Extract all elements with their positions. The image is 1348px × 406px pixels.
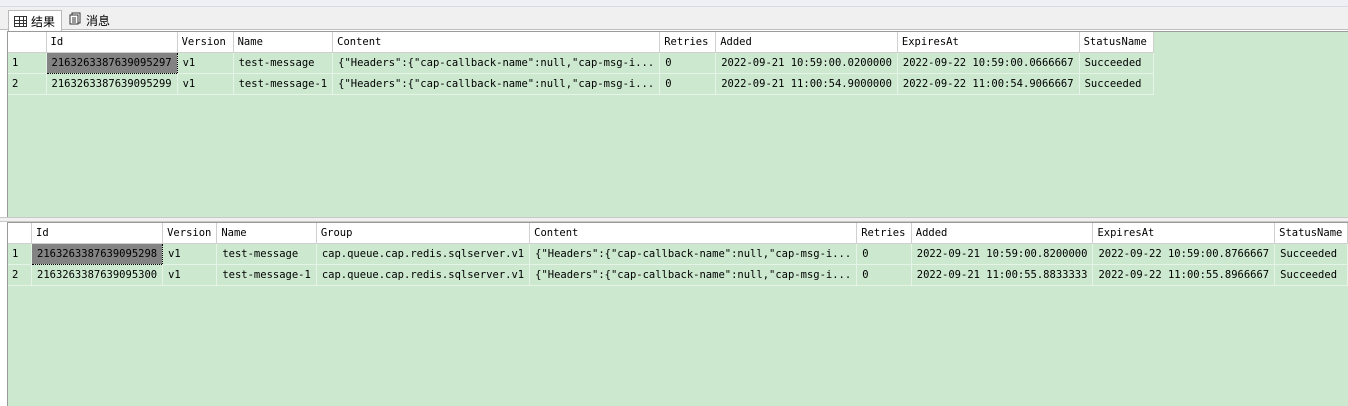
grid-icon xyxy=(14,15,27,27)
table-row[interactable]: 1 2163263387639095298 v1 test-message ca… xyxy=(8,242,1348,265)
column-header-statusname[interactable]: StatusName xyxy=(1274,223,1348,244)
column-header-group[interactable]: Group xyxy=(316,223,531,244)
column-header-added[interactable]: Added xyxy=(911,223,1094,244)
tab-results[interactable]: 结果 xyxy=(8,10,63,31)
cell-expiresat[interactable]: 2022-09-22 11:00:54.9066667 xyxy=(897,73,1080,95)
column-header-content[interactable]: Content xyxy=(332,32,661,53)
cell-added[interactable]: 2022-09-21 11:00:54.9000000 xyxy=(715,73,898,95)
row-number[interactable]: 2 xyxy=(8,264,32,286)
cell-version[interactable]: v1 xyxy=(177,52,234,74)
cell-name[interactable]: test-message xyxy=(233,52,334,74)
result-grid-2[interactable]: Id Version Name Group Content Retries Ad… xyxy=(7,222,1348,406)
column-header-content[interactable]: Content xyxy=(529,223,858,244)
column-header-id[interactable]: Id xyxy=(31,223,164,244)
column-header-expiresat[interactable]: ExpiresAt xyxy=(1092,223,1276,244)
table-row[interactable]: 1 2163263387639095297 v1 test-message {"… xyxy=(8,51,1154,74)
row-number[interactable]: 1 xyxy=(8,52,47,74)
cell-added[interactable]: 2022-09-21 10:59:00.8200000 xyxy=(911,243,1094,265)
header-row: Id Version Name Content Retries Added Ex… xyxy=(8,32,1154,53)
cell-content[interactable]: {"Headers":{"cap-callback-name":null,"ca… xyxy=(332,73,661,95)
table-row[interactable]: 2 2163263387639095300 v1 test-message-1 … xyxy=(8,264,1348,286)
cell-statusname[interactable]: Succeeded xyxy=(1274,264,1348,286)
cell-content[interactable]: {"Headers":{"cap-callback-name":null,"ca… xyxy=(529,243,858,265)
cell-added[interactable]: 2022-09-21 10:59:00.0200000 xyxy=(715,52,898,74)
cell-statusname[interactable]: Succeeded xyxy=(1274,243,1348,265)
column-header-id[interactable]: Id xyxy=(46,32,178,53)
cell-id[interactable]: 2163263387639095297 xyxy=(45,51,178,74)
cell-id[interactable]: 2163263387639095298 xyxy=(30,242,164,265)
cell-name[interactable]: test-message-1 xyxy=(233,73,334,95)
result-table-1: Id Version Name Content Retries Added Ex… xyxy=(8,32,1154,95)
cell-group[interactable]: cap.queue.cap.redis.sqlserver.v1 xyxy=(316,243,531,265)
column-header-name[interactable]: Name xyxy=(233,32,334,53)
corner-header[interactable] xyxy=(8,223,32,244)
header-row: Id Version Name Group Content Retries Ad… xyxy=(8,223,1348,244)
column-header-version[interactable]: Version xyxy=(162,223,218,244)
cell-retries[interactable]: 0 xyxy=(856,243,912,265)
cell-name[interactable]: test-message xyxy=(216,243,317,265)
cell-retries[interactable]: 0 xyxy=(659,73,717,95)
cell-retries[interactable]: 0 xyxy=(659,52,717,74)
table-row[interactable]: 2 2163263387639095299 v1 test-message-1 … xyxy=(8,73,1154,95)
window-top-strip xyxy=(0,0,1348,7)
tab-messages-label: 消息 xyxy=(86,13,111,28)
cell-statusname[interactable]: Succeeded xyxy=(1079,73,1154,95)
tab-messages[interactable]: 消息 xyxy=(64,10,116,30)
column-header-name[interactable]: Name xyxy=(216,223,317,244)
corner-header[interactable] xyxy=(8,32,47,53)
column-header-retries[interactable]: Retries xyxy=(856,223,912,244)
cell-content[interactable]: {"Headers":{"cap-callback-name":null,"ca… xyxy=(529,264,858,286)
results-tab-bar: 结果 消息 xyxy=(0,7,1348,31)
cell-expiresat[interactable]: 2022-09-22 10:59:00.8766667 xyxy=(1092,243,1276,265)
column-header-retries[interactable]: Retries xyxy=(659,32,717,53)
cell-id[interactable]: 2163263387639095299 xyxy=(46,73,178,95)
cell-expiresat[interactable]: 2022-09-22 10:59:00.0666667 xyxy=(897,52,1080,74)
result-grid-1[interactable]: Id Version Name Content Retries Added Ex… xyxy=(7,31,1348,217)
column-header-expiresat[interactable]: ExpiresAt xyxy=(897,32,1080,53)
row-number[interactable]: 1 xyxy=(8,243,32,265)
result-table-2: Id Version Name Group Content Retries Ad… xyxy=(8,223,1348,286)
cell-version[interactable]: v1 xyxy=(177,73,234,95)
tab-results-label: 结果 xyxy=(31,14,56,29)
cell-content[interactable]: {"Headers":{"cap-callback-name":null,"ca… xyxy=(332,52,661,74)
column-header-statusname[interactable]: StatusName xyxy=(1079,32,1154,53)
cell-version[interactable]: v1 xyxy=(162,243,218,265)
column-header-added[interactable]: Added xyxy=(715,32,898,53)
row-number[interactable]: 2 xyxy=(8,73,47,95)
column-header-version[interactable]: Version xyxy=(177,32,234,53)
cell-added[interactable]: 2022-09-21 11:00:55.8833333 xyxy=(911,264,1094,286)
cell-name[interactable]: test-message-1 xyxy=(216,264,317,286)
cell-version[interactable]: v1 xyxy=(162,264,218,286)
message-icon xyxy=(69,12,82,28)
cell-id[interactable]: 2163263387639095300 xyxy=(31,264,164,286)
cell-group[interactable]: cap.queue.cap.redis.sqlserver.v1 xyxy=(316,264,531,286)
cell-expiresat[interactable]: 2022-09-22 11:00:55.8966667 xyxy=(1092,264,1276,286)
cell-retries[interactable]: 0 xyxy=(856,264,912,286)
cell-statusname[interactable]: Succeeded xyxy=(1079,52,1154,74)
